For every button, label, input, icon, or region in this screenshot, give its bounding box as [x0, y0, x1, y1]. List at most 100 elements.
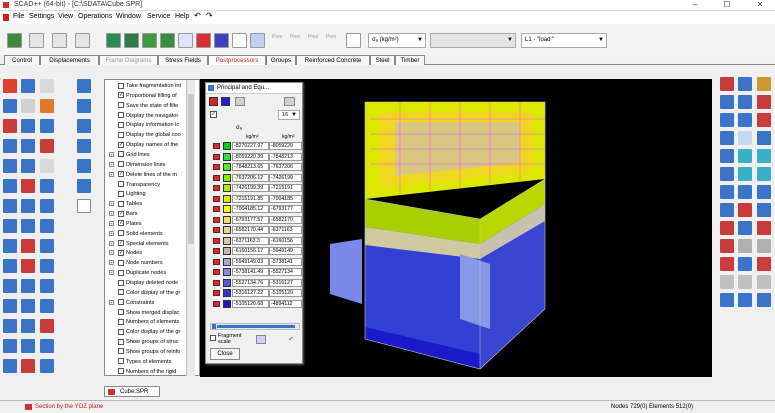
rt-icon-37[interactable]	[720, 293, 734, 307]
legend-color-swatch[interactable]	[223, 236, 231, 245]
legend-row[interactable]: -6793177.57 -6582170	[210, 215, 302, 225]
tree-item[interactable]: + Grid lines	[105, 151, 199, 159]
pencil-icon[interactable]	[40, 79, 54, 93]
tree-item-checkbox[interactable]	[118, 318, 124, 325]
tree-item[interactable]: Color display of the gr	[105, 328, 199, 336]
select-icon[interactable]	[3, 99, 17, 113]
rt-cube-1-icon[interactable]	[720, 131, 734, 145]
tree-item[interactable]: Show merged displac	[105, 309, 199, 317]
expand-toggle-icon[interactable]: +	[109, 299, 114, 305]
tree-item[interactable]: + ✓ Plates	[105, 220, 199, 228]
load-select[interactable]: L1 - "load " ▼	[521, 33, 607, 48]
legend-row[interactable]: -8059220.39 -7848213	[210, 152, 302, 162]
tree-item[interactable]: + Duplicate nodes	[105, 269, 199, 277]
rt-cube-5-icon[interactable]	[738, 149, 752, 163]
principal-stress-icon[interactable]	[178, 33, 193, 48]
tree-item[interactable]: Display the global coo	[105, 131, 199, 139]
align-icon[interactable]	[284, 97, 295, 106]
fragment-icon[interactable]	[77, 79, 91, 93]
legend-color-swatch[interactable]	[223, 289, 231, 297]
rt-icon-28[interactable]	[720, 239, 734, 253]
rt-icon-24[interactable]	[757, 203, 771, 217]
tree-item-checkbox[interactable]	[118, 348, 124, 355]
legend-color-swatch[interactable]	[223, 247, 231, 255]
section-icon[interactable]	[196, 33, 211, 48]
hatch-icon[interactable]	[40, 139, 54, 153]
refresh-icon[interactable]	[21, 299, 35, 313]
tree-item[interactable]: Numbers of elements	[105, 318, 199, 326]
expand-toggle-icon[interactable]: +	[109, 201, 114, 207]
legend-color-swatch[interactable]	[223, 268, 231, 276]
tree-item[interactable]: ✓ Proportional filling of	[105, 92, 199, 100]
legend-row[interactable]: -7426199.39 -7215191	[210, 184, 302, 193]
expand-toggle-icon[interactable]: +	[109, 161, 114, 167]
tree-item-checkbox[interactable]	[118, 289, 124, 296]
tree-item[interactable]: + ✓ Delete lines of the m	[105, 171, 199, 179]
scale-count-select[interactable]: 16 ▼	[278, 110, 300, 120]
section-plane-icon[interactable]	[3, 159, 17, 173]
tree-item[interactable]: + Dimension lines	[105, 161, 199, 169]
tree-item[interactable]: Lighting	[105, 190, 199, 198]
tree-item[interactable]: Types of elements	[105, 358, 199, 366]
rt-cube-3-icon[interactable]	[757, 131, 771, 145]
legend-color-swatch[interactable]	[223, 205, 231, 213]
rt-icon-34[interactable]	[720, 275, 734, 289]
legend-row[interactable]: -5738141.49 -5527134	[210, 268, 302, 277]
perspective-icon[interactable]	[40, 299, 54, 313]
support-icon[interactable]	[21, 219, 35, 233]
tree-item-checkbox[interactable]: ✓	[118, 171, 124, 178]
tree-item-checkbox[interactable]	[118, 121, 124, 128]
tree-item-checkbox[interactable]	[118, 309, 124, 316]
tab-displacements[interactable]: Displacements	[40, 55, 99, 65]
export-icon[interactable]	[3, 359, 17, 373]
legend-color-swatch[interactable]	[223, 173, 231, 182]
rt-icon-21[interactable]	[757, 185, 771, 199]
values-icon[interactable]	[250, 33, 265, 48]
rt-icon-29[interactable]	[738, 239, 752, 253]
legend-row[interactable]: -5316127.22 -5105120	[210, 289, 302, 298]
legend-color-swatch[interactable]	[223, 299, 231, 308]
tree-item[interactable]: + ✓ Nodes	[105, 249, 199, 257]
isolines-icon[interactable]	[124, 33, 139, 48]
legend-color-swatch[interactable]	[223, 152, 231, 161]
tree-item-checkbox[interactable]	[118, 190, 124, 197]
copy-icon[interactable]	[77, 159, 91, 173]
edit-icon[interactable]	[21, 79, 35, 93]
view-top-icon[interactable]	[21, 279, 35, 293]
tree-item-checkbox[interactable]	[118, 328, 124, 335]
rt-icon-30[interactable]	[757, 239, 771, 253]
document-tab-cube[interactable]: Cube.SPR	[104, 386, 160, 397]
legend-color-swatch[interactable]	[223, 278, 231, 287]
zoom-icon[interactable]	[40, 99, 54, 113]
app-menu-icon[interactable]	[3, 14, 9, 21]
legend-row[interactable]: -6371163.3 -6160156	[210, 236, 302, 246]
rt-icon-8[interactable]	[738, 113, 752, 127]
component-select[interactable]: ▼	[430, 33, 516, 48]
rt-cube-4-icon[interactable]	[720, 149, 734, 163]
fragment-scale-checkbox[interactable]	[210, 335, 216, 341]
tab-timber[interactable]: Timber	[395, 55, 425, 65]
cube-icon[interactable]	[40, 199, 54, 213]
tree-item-checkbox[interactable]: ✓	[118, 220, 124, 227]
legend-row[interactable]: -6582170.44 -6371163	[210, 226, 302, 235]
tree-item[interactable]: + Solid elements	[105, 230, 199, 238]
menu-file[interactable]: File	[13, 13, 24, 20]
tree-item[interactable]: + Constraints	[105, 299, 199, 307]
redo-icon[interactable]: ↷	[206, 11, 213, 20]
deformed-icon[interactable]	[29, 33, 44, 48]
bars-icon[interactable]	[21, 119, 35, 133]
tree-item-checkbox[interactable]	[118, 259, 124, 266]
dialog-checkbox[interactable]: ✓	[210, 111, 217, 118]
expand-toggle-icon[interactable]: +	[109, 250, 114, 256]
legend-color-swatch[interactable]	[223, 184, 231, 192]
shrink-icon[interactable]	[40, 239, 54, 253]
tab-groups[interactable]: Groups	[266, 55, 296, 65]
plates-icon[interactable]	[40, 119, 54, 133]
layer-icon[interactable]	[3, 199, 17, 213]
legend-row-icon[interactable]	[213, 206, 220, 212]
load-icon[interactable]	[40, 219, 54, 233]
left-arrow-icon[interactable]	[212, 324, 216, 329]
legend-hscroll[interactable]	[210, 323, 300, 330]
legend-row-icon[interactable]	[213, 279, 220, 286]
join-icon[interactable]	[40, 179, 54, 193]
